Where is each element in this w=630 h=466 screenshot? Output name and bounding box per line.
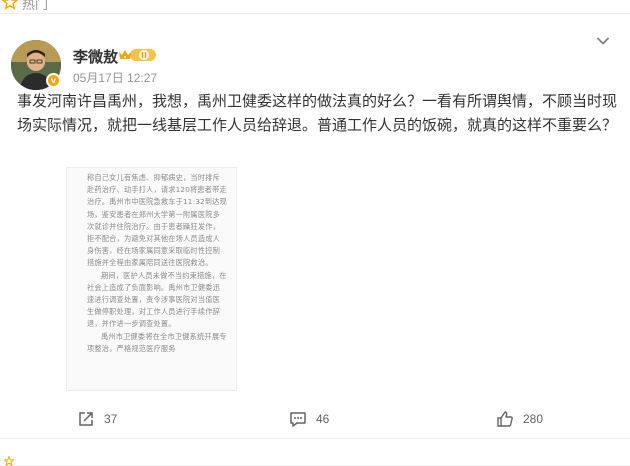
comment-count: 46 (316, 412, 330, 426)
weibo-post-card: 热门 v 李微敖 II 05月17日 12:27 事发河南许昌禹州，我想，禹州卫… (0, 0, 630, 466)
like-count: 280 (523, 412, 544, 426)
post-text: 事发河南许昌禹州，我想，禹州卫健委这样的做法真的好么？一看有所谓舆情，不顾当时现… (17, 92, 618, 134)
divider (0, 438, 630, 439)
author-name[interactable]: 李微敖 (73, 46, 118, 67)
image-text-paragraph: 期间，医护人员未做不当约束措施，在社会上造成了负面影响。禹州市卫健委迅速进行调查… (87, 270, 227, 329)
like-button[interactable]: 280 (496, 404, 543, 434)
comment-icon (290, 412, 306, 427)
action-bar: 37 46 280 (0, 404, 630, 434)
hot-tag-bar: 热门 (0, 0, 630, 12)
image-text-paragraph: 禹州市卫健委将在全市卫健系统开展专项整治，严格规范医疗服务 (87, 331, 227, 353)
share-button[interactable]: 37 (77, 404, 117, 434)
level-badge-text: II (141, 51, 147, 60)
image-text-paragraph: 称自己女儿有焦虑、抑郁病史，当时排斥赴药治疗、动手打人，请求120将患者带走治疗… (87, 173, 227, 268)
verified-badge-icon: v (46, 73, 61, 88)
chevron-down-icon[interactable] (595, 33, 611, 49)
hot-tag-label: 热门 (22, 0, 49, 12)
share-count: 37 (104, 412, 118, 426)
post-image[interactable]: 称自己女儿有焦虑、抑郁病史，当时排斥赴药治疗、动手打人，请求120将患者带走治疗… (66, 167, 237, 391)
comment-button[interactable]: 46 (289, 404, 329, 434)
divider (0, 13, 630, 14)
thumbs-up-icon (497, 411, 513, 427)
image-document-text: 称自己女儿有焦虑、抑郁病史，当时排斥赴药治疗、动手打人，请求120将患者带走治疗… (87, 172, 227, 355)
share-icon (79, 412, 93, 426)
hot-star-icon (2, 0, 18, 10)
post-time[interactable]: 05月17日 12:27 (73, 69, 157, 86)
member-level-badge-icon[interactable]: II (118, 47, 158, 63)
